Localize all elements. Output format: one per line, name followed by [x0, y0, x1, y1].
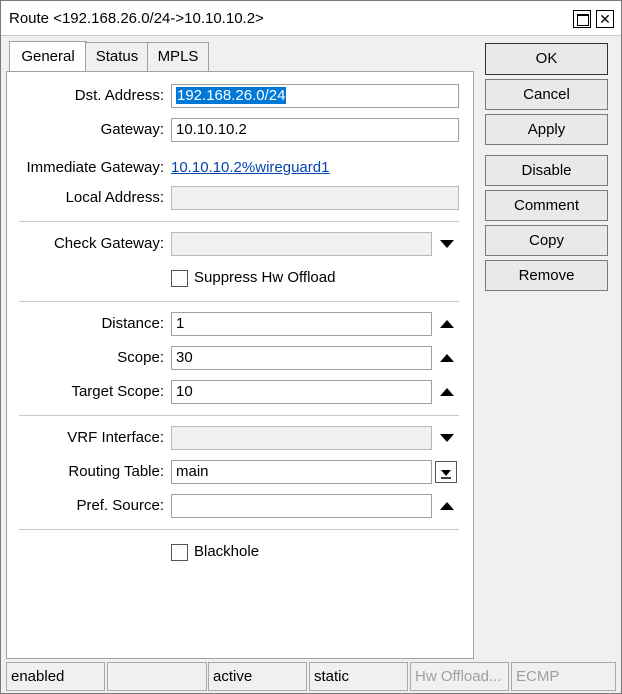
- dropdown-arrow-icon[interactable]: [439, 431, 455, 445]
- scope-label: Scope:: [117, 349, 164, 366]
- pref-source-label: Pref. Source:: [76, 497, 164, 514]
- separator: [19, 221, 459, 222]
- up-arrow-icon[interactable]: [439, 385, 455, 399]
- target-scope-label: Target Scope:: [71, 383, 164, 400]
- remove-button[interactable]: Remove: [485, 260, 608, 291]
- status-empty: [107, 662, 207, 691]
- scope-field[interactable]: 30: [171, 346, 432, 370]
- suppress-hw-offload-label: Suppress Hw Offload: [194, 269, 336, 286]
- separator: [19, 301, 459, 302]
- distance-label: Distance:: [101, 315, 164, 332]
- routing-table-field[interactable]: main: [171, 460, 432, 484]
- cancel-button[interactable]: Cancel: [485, 79, 608, 110]
- ok-button[interactable]: OK: [485, 43, 608, 75]
- blackhole-label: Blackhole: [194, 543, 260, 560]
- general-panel: Dst. Address: 192.168.26.0/24 Gateway: 1…: [6, 71, 474, 659]
- local-address-label: Local Address:: [65, 189, 164, 206]
- routing-table-label: Routing Table:: [68, 463, 164, 480]
- copy-button[interactable]: Copy: [485, 225, 608, 256]
- dst-address-value: 192.168.26.0/24: [176, 87, 287, 104]
- local-address-field: [171, 186, 459, 210]
- check-gateway-field: [171, 232, 432, 256]
- disable-button[interactable]: Disable: [485, 155, 608, 186]
- up-arrow-icon[interactable]: [439, 317, 455, 331]
- close-icon[interactable]: ✕: [596, 10, 614, 28]
- tab-mpls[interactable]: MPLS: [147, 42, 209, 71]
- status-ecmp: ECMP: [511, 662, 616, 691]
- comment-button[interactable]: Comment: [485, 190, 608, 221]
- target-scope-field[interactable]: 10: [171, 380, 432, 404]
- window-title: Route <192.168.26.0/24->10.10.10.2>: [9, 10, 264, 27]
- status-enabled: enabled: [6, 662, 105, 691]
- separator: [19, 415, 459, 416]
- up-arrow-icon[interactable]: [439, 499, 455, 513]
- dropdown-toggle-icon[interactable]: [435, 461, 457, 483]
- immediate-gateway-label: Immediate Gateway:: [26, 159, 164, 176]
- dst-address-field[interactable]: 192.168.26.0/24: [171, 84, 459, 108]
- vrf-interface-field: [171, 426, 432, 450]
- blackhole-checkbox[interactable]: [171, 544, 188, 561]
- route-dialog: Route <192.168.26.0/24->10.10.10.2> ✕ Ge…: [0, 0, 622, 694]
- tab-general[interactable]: General: [9, 41, 87, 72]
- tab-status[interactable]: Status: [85, 42, 149, 71]
- suppress-hw-offload-checkbox[interactable]: [171, 270, 188, 287]
- immediate-gateway-link[interactable]: 10.10.10.2%wireguard1: [171, 159, 329, 176]
- apply-button[interactable]: Apply: [485, 114, 608, 145]
- up-arrow-icon[interactable]: [439, 351, 455, 365]
- gateway-label: Gateway:: [100, 121, 164, 138]
- status-static: static: [309, 662, 408, 691]
- maximize-icon[interactable]: [573, 10, 591, 28]
- separator: [19, 529, 459, 530]
- status-active: active: [208, 662, 307, 691]
- gateway-field[interactable]: 10.10.10.2: [171, 118, 459, 142]
- check-gateway-label: Check Gateway:: [53, 235, 164, 252]
- pref-source-field[interactable]: [171, 494, 432, 518]
- vrf-interface-label: VRF Interface:: [67, 429, 164, 446]
- dst-address-label: Dst. Address:: [74, 87, 164, 104]
- title-bar[interactable]: Route <192.168.26.0/24->10.10.10.2> ✕: [1, 1, 621, 36]
- status-bar: enabled active static Hw Offload... ECMP: [1, 662, 621, 693]
- status-hw-offload: Hw Offload...: [410, 662, 509, 691]
- distance-field[interactable]: 1: [171, 312, 432, 336]
- dropdown-arrow-icon[interactable]: [439, 237, 455, 251]
